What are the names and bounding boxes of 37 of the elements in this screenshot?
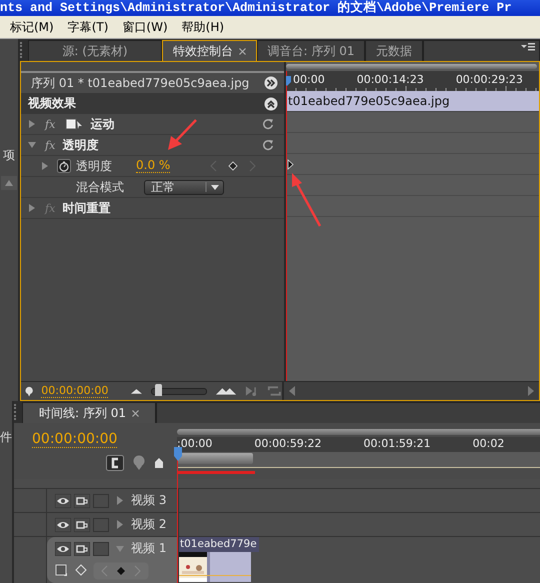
blend-mode-dropdown[interactable]: 正常: [144, 180, 224, 194]
window-title: nts and Settings\Administrator\Administrator 的文档\Adobe\Premiere Pr: [0, 0, 540, 16]
time-label: 00:00: [293, 73, 325, 86]
time-label: 00:02: [472, 437, 504, 452]
menu-item[interactable]: 标记(M): [10, 18, 54, 36]
track-name: 视频 3: [131, 492, 166, 509]
clip-name[interactable]: t01eabed779e: [179, 537, 259, 552]
panel-tab[interactable]: 特效控制台: [162, 40, 257, 61]
fx-icon[interactable]: fx: [45, 118, 56, 130]
time-label: 00:00:29:23: [456, 73, 523, 86]
panel-tab[interactable]: 调音台: 序列 01: [257, 40, 365, 61]
timecode-field[interactable]: 00:00:00:00: [32, 432, 118, 448]
menu-item[interactable]: 窗口(W): [122, 18, 168, 36]
time-label: 00:00:14:23: [356, 73, 424, 86]
time-label: :00:00: [177, 437, 212, 452]
panel-label: 件: [0, 429, 12, 446]
panel-tab[interactable]: 元数据: [365, 40, 423, 61]
panel-tab[interactable]: 源: (无素材): [28, 40, 162, 61]
clip-header: 序列 01 * t01eabed779e05c9aea.jpg: [31, 74, 250, 92]
timecode-field[interactable]: 00:00:00:00: [41, 384, 108, 398]
time-label: 00:01:59:21: [364, 437, 431, 452]
track-name: 视频 1: [131, 540, 166, 557]
opacity-value-field[interactable]: 0.0 %: [136, 159, 170, 173]
fx-icon[interactable]: fx: [45, 138, 56, 152]
param-name: 透明度: [76, 158, 112, 174]
effect-name: 时间重置: [62, 200, 110, 216]
track-name: 视频 2: [131, 516, 166, 533]
effect-name: 透明度: [62, 136, 98, 154]
panel-label: 项: [3, 147, 15, 164]
menu-item[interactable]: 字幕(T): [68, 18, 108, 36]
param-name: 混合模式: [76, 178, 124, 196]
clip-bar[interactable]: t01eabed779e05c9aea.jpg: [286, 91, 539, 112]
section-title: 视频效果: [28, 95, 76, 112]
menu-item[interactable]: 帮助(H): [182, 18, 224, 36]
time-label: 00:00:59:22: [254, 437, 322, 452]
timeline-tab[interactable]: 时间线: 序列 01: [22, 402, 156, 423]
effect-name: 运动: [90, 116, 114, 132]
